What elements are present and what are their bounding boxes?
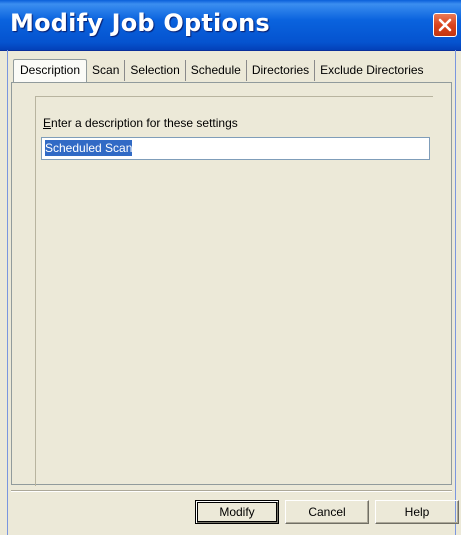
tab-exclude-directories[interactable]: Exclude Directories	[315, 60, 428, 81]
close-icon	[438, 18, 452, 32]
help-button[interactable]: Help	[375, 500, 459, 524]
tab-schedule[interactable]: Schedule	[186, 60, 247, 81]
description-label: Enter a description for these settings	[43, 116, 238, 130]
cancel-button[interactable]: Cancel	[285, 500, 369, 524]
window-title: Modify Job Options	[10, 9, 270, 37]
footer-divider	[11, 490, 452, 492]
tab-description[interactable]: Description	[13, 59, 88, 82]
tab-scan[interactable]: Scan	[87, 60, 126, 81]
dialog-window: Modify Job Options Description Scan Sele…	[0, 0, 461, 535]
description-input-value: Scheduled Scan	[45, 140, 133, 156]
description-label-text: nter a description for these settings	[51, 116, 238, 130]
close-button[interactable]	[433, 13, 457, 37]
tab-strip: Description Scan Selection Schedule Dire…	[13, 58, 429, 82]
tab-directories[interactable]: Directories	[247, 60, 316, 81]
tab-selection[interactable]: Selection	[125, 60, 186, 81]
description-input[interactable]: Scheduled Scan	[41, 137, 430, 160]
modify-button[interactable]: Modify	[195, 500, 279, 524]
title-bar[interactable]: Modify Job Options	[0, 0, 461, 51]
description-label-accelerator: E	[43, 116, 52, 130]
